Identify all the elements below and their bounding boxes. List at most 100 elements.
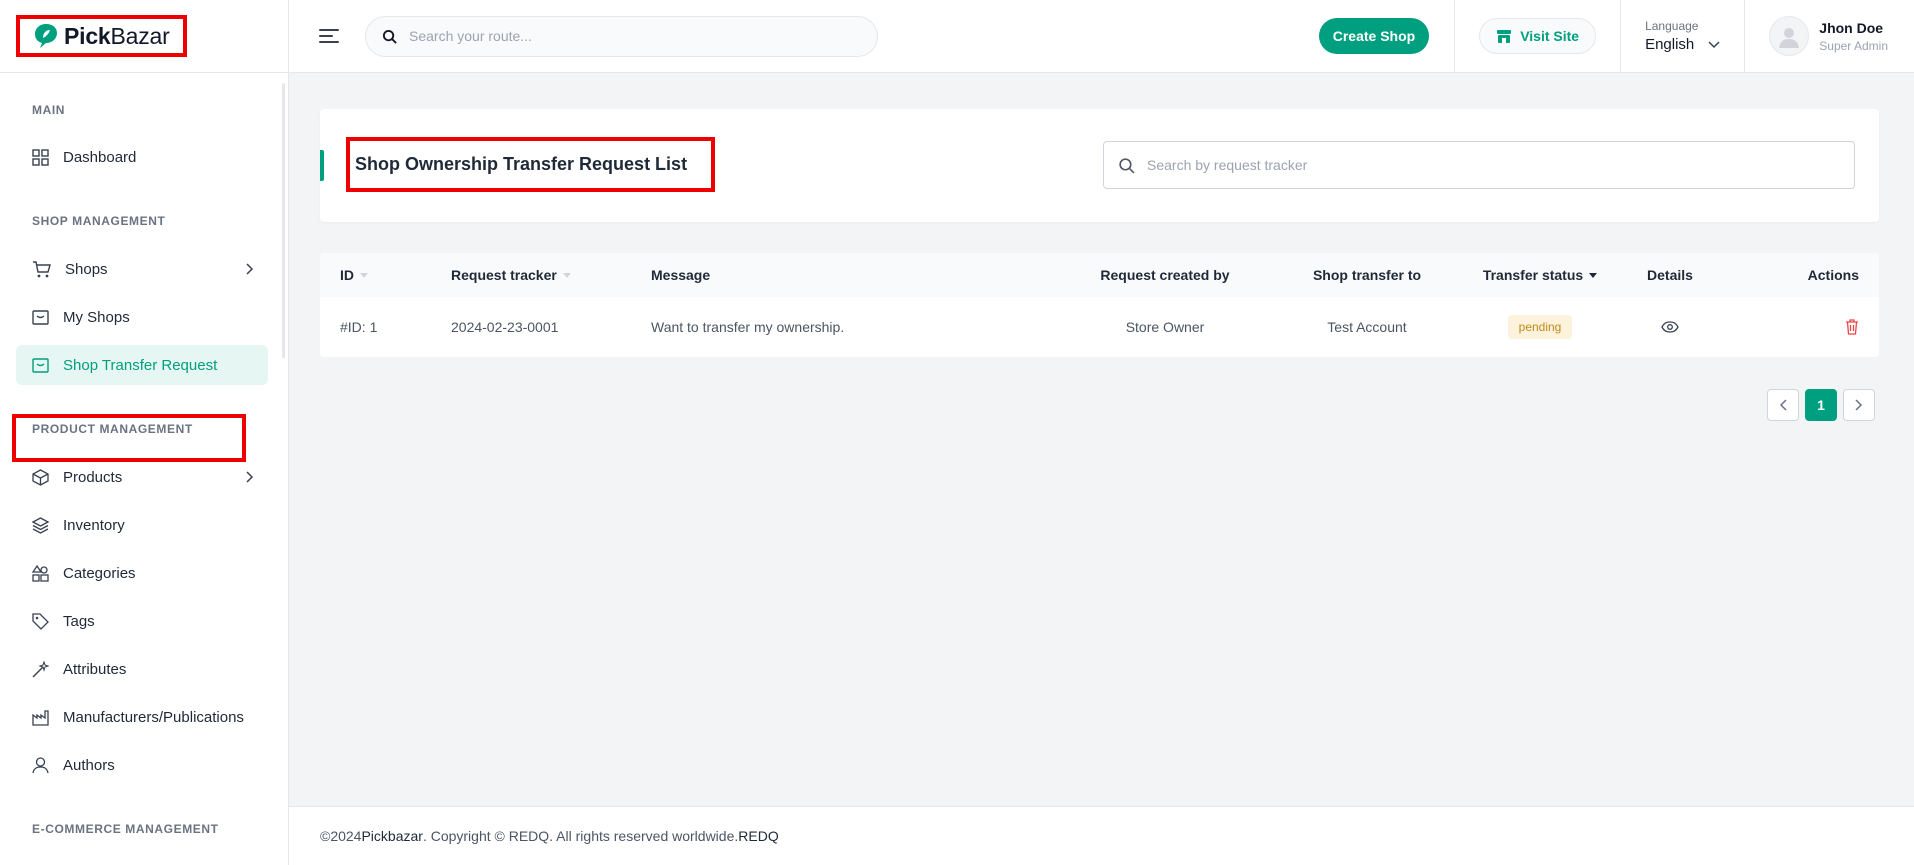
shapes-icon — [32, 564, 49, 582]
eye-icon[interactable] — [1661, 321, 1679, 333]
tag-icon — [32, 612, 49, 630]
create-shop-button[interactable]: Create Shop — [1318, 18, 1430, 54]
route-search-input[interactable] — [409, 28, 829, 44]
header-actions: Create Shop Visit Site Language English … — [1318, 0, 1914, 73]
dashboard-grid-icon — [32, 148, 49, 166]
main-content: Shop Ownership Transfer Request List ID … — [289, 73, 1914, 865]
sidebar-item-label: Shops — [65, 260, 108, 278]
footer-copyright-text: . Copyright © REDQ. All rights reserved … — [422, 828, 739, 844]
sidebar-item-label: Attributes — [63, 660, 127, 678]
tracker-search-input[interactable] — [1147, 157, 1827, 173]
pagination: 1 — [1767, 389, 1875, 421]
trash-icon[interactable] — [1845, 319, 1859, 335]
language-label: Language — [1645, 19, 1699, 33]
avatar-placeholder-icon — [1779, 28, 1800, 48]
pickbazar-logo-icon — [35, 24, 57, 48]
sidebar-item-label: Categories — [63, 564, 136, 582]
sidebar-item-label: Dashboard — [63, 148, 137, 166]
section-title-ecommerce-management: E-COMMERCE MANAGEMENT — [32, 822, 219, 836]
sidebar-item-dashboard[interactable]: Dashboard — [16, 137, 268, 177]
chevron-right-icon — [246, 263, 254, 275]
sidebar-item-label: Shop Transfer Request — [63, 356, 218, 374]
brand-area: PickBazar — [0, 0, 289, 73]
transfer-request-table: ID Request tracker Message Request creat… — [320, 253, 1879, 357]
factory-icon — [32, 709, 49, 726]
user-icon — [32, 756, 49, 773]
footer: ©2024 Pickbazar. Copyright © REDQ. All r… — [289, 806, 1914, 865]
language-selector[interactable]: Language English — [1621, 19, 1744, 53]
sidebar-item-attributes[interactable]: Attributes — [16, 649, 268, 689]
cell-actions — [1760, 297, 1859, 357]
box-icon — [32, 468, 49, 486]
column-header-transfer-status[interactable]: Transfer status — [1450, 253, 1630, 297]
user-name: Jhon Doe — [1819, 19, 1884, 36]
user-info: Jhon Doe Super Admin — [1819, 20, 1888, 53]
pagination-prev-button[interactable] — [1767, 389, 1799, 421]
divider — [1454, 0, 1456, 73]
sidebar-item-categories[interactable]: Categories — [16, 553, 268, 593]
sort-icon — [562, 272, 571, 278]
sidebar-item-label: Products — [63, 468, 123, 486]
language-value: English — [1645, 36, 1720, 53]
sidebar-item-my-shops[interactable]: My Shops — [16, 297, 268, 337]
shopping-cart-icon — [33, 260, 51, 277]
sort-icon — [360, 272, 368, 278]
logo[interactable]: PickBazar — [16, 15, 187, 57]
footer-year: ©2024 — [320, 828, 362, 844]
section-title-shop-management: SHOP MANAGEMENT — [32, 214, 166, 228]
tracker-search-bar[interactable] — [1103, 141, 1855, 189]
column-header-request-tracker[interactable]: Request tracker — [451, 253, 571, 297]
sidebar-item-label: Tags — [63, 612, 95, 630]
cell-request-created-by: Store Owner — [1125, 319, 1205, 335]
search-icon — [382, 29, 397, 44]
title-accent-bar — [320, 150, 324, 181]
chevron-down-icon — [1708, 40, 1720, 48]
page-header-card: Shop Ownership Transfer Request List — [320, 109, 1879, 222]
chevron-left-icon — [1779, 399, 1787, 411]
cell-shop-transfer-to: Test Account — [1327, 319, 1407, 335]
logo-text: PickBazar — [64, 22, 170, 49]
sort-icon — [1589, 272, 1598, 278]
search-icon — [1119, 157, 1135, 174]
cell-id: #ID: 1 — [340, 319, 378, 335]
sidebar-item-label: Authors — [63, 756, 115, 774]
storefront-icon — [32, 309, 49, 325]
cell-transfer-status: pending — [1450, 297, 1630, 357]
footer-brand-link[interactable]: Pickbazar — [361, 828, 422, 844]
sidebar-item-manufacturers[interactable]: Manufacturers/Publications — [16, 697, 268, 737]
layers-icon — [32, 516, 49, 534]
route-search-bar[interactable] — [365, 15, 878, 57]
user-menu[interactable]: Jhon Doe Super Admin — [1745, 16, 1914, 56]
visit-site-button[interactable]: Visit Site — [1479, 18, 1597, 54]
cell-details — [1620, 297, 1720, 357]
chevron-right-icon — [1855, 399, 1863, 411]
sidebar-item-label: Inventory — [63, 516, 125, 534]
column-header-shop-transfer-to: Shop transfer to — [1312, 267, 1422, 283]
hamburger-menu-icon[interactable] — [319, 24, 343, 48]
sidebar-item-label: My Shops — [63, 308, 130, 326]
sidebar-scrollbar[interactable] — [282, 83, 285, 358]
user-role: Super Admin — [1819, 38, 1888, 53]
sidebar-item-shop-transfer-request[interactable]: Shop Transfer Request — [16, 345, 268, 385]
column-header-message: Message — [651, 267, 711, 283]
column-header-request-created-by: Request created by — [1100, 267, 1230, 283]
storefront-icon — [32, 357, 49, 373]
column-header-details: Details — [1647, 267, 1693, 283]
sidebar-item-authors[interactable]: Authors — [16, 745, 268, 785]
pagination-page-button[interactable]: 1 — [1805, 389, 1837, 421]
sidebar: MAIN Dashboard SHOP MANAGEMENT Shops My … — [0, 73, 289, 865]
sidebar-item-products[interactable]: Products — [16, 457, 268, 497]
storefront-icon — [1497, 30, 1512, 43]
top-header: PickBazar Create Shop Visit Site Languag… — [0, 0, 1914, 73]
pagination-next-button[interactable] — [1843, 389, 1875, 421]
sidebar-item-inventory[interactable]: Inventory — [16, 505, 268, 545]
sidebar-item-tags[interactable]: Tags — [16, 601, 268, 641]
column-header-id[interactable]: ID — [340, 253, 368, 297]
sidebar-item-label: Manufacturers/Publications — [63, 708, 244, 726]
cell-message: Want to transfer my ownership. — [651, 319, 845, 335]
sidebar-item-shops[interactable]: Shops — [16, 249, 268, 289]
footer-company-link[interactable]: REDQ — [738, 828, 778, 844]
avatar — [1769, 16, 1810, 56]
section-title-main: MAIN — [32, 103, 66, 117]
title-highlight-box: Shop Ownership Transfer Request List — [346, 137, 715, 192]
